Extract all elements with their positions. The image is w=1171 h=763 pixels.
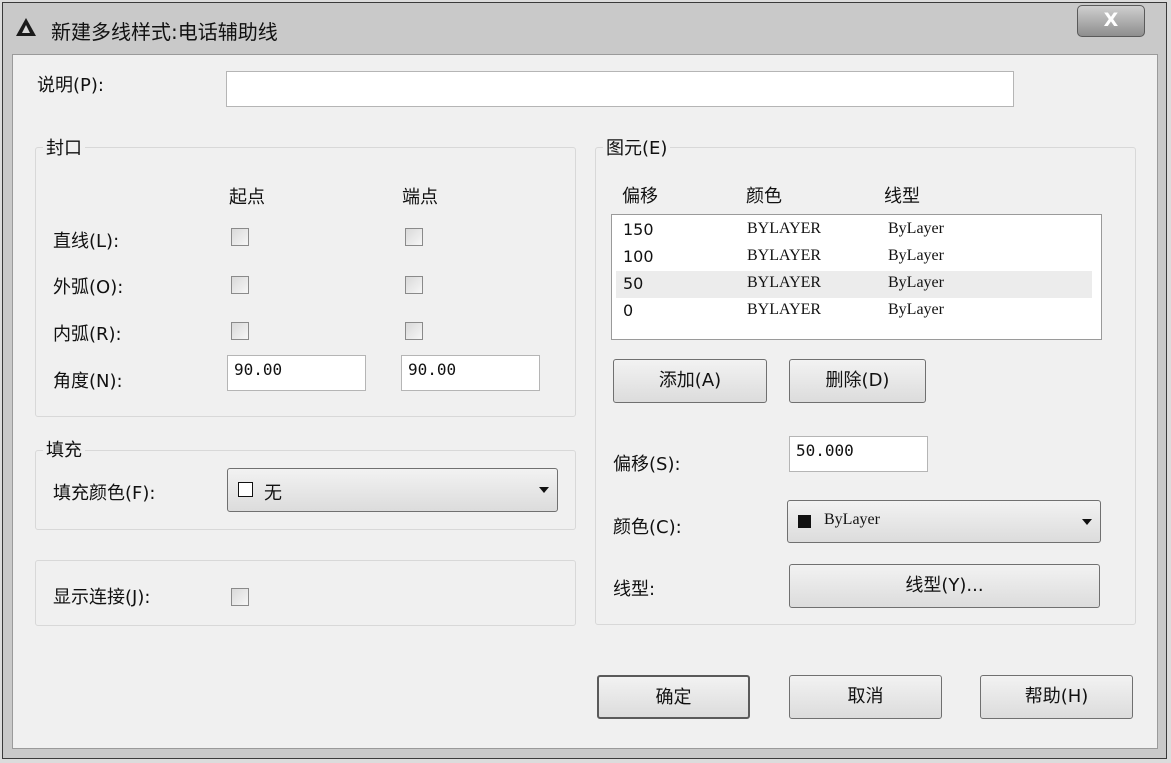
list-item[interactable]: 150 BYLAYER ByLayer xyxy=(616,217,1092,244)
row-linetype: ByLayer xyxy=(888,274,944,291)
row-offset: 0 xyxy=(623,301,634,320)
row-linetype: ByLayer xyxy=(888,247,944,264)
angle-end-input[interactable]: 90.00 xyxy=(401,355,540,391)
show-joints-label: 显示连接(J): xyxy=(53,587,151,608)
line-start-checkbox[interactable] xyxy=(231,228,249,246)
elements-col-color: 颜色 xyxy=(746,186,782,207)
caps-group-title: 封口 xyxy=(43,134,85,160)
title-bar[interactable]: 新建多线样式:电话辅助线 X xyxy=(3,3,1166,55)
line-end-checkbox[interactable] xyxy=(405,228,423,246)
outer-arc-start-checkbox[interactable] xyxy=(231,276,249,294)
cancel-button[interactable]: 取消 xyxy=(789,675,942,719)
row-color: BYLAYER xyxy=(747,301,822,318)
ok-button[interactable]: 确定 xyxy=(597,675,750,719)
outer-arc-end-checkbox[interactable] xyxy=(405,276,423,294)
caps-col-start: 起点 xyxy=(229,187,265,208)
color-swatch-icon xyxy=(238,482,253,497)
fill-color-value: 无 xyxy=(264,483,282,504)
color-dropdown[interactable]: ByLayer xyxy=(787,500,1101,543)
elements-col-linetype: 线型 xyxy=(884,186,920,207)
linetype-button[interactable]: 线型(Y)... xyxy=(789,564,1100,608)
row-offset: 150 xyxy=(623,220,654,239)
description-input[interactable] xyxy=(226,71,1014,107)
linetype-label: 线型: xyxy=(613,579,656,600)
close-button[interactable]: X xyxy=(1077,5,1145,37)
autocad-logo-icon xyxy=(15,17,37,41)
color-swatch-icon xyxy=(798,515,811,528)
caps-angle-label: 角度(N): xyxy=(53,371,123,392)
caps-line-label: 直线(L): xyxy=(53,231,120,252)
close-icon: X xyxy=(1103,9,1119,31)
show-joints-checkbox[interactable] xyxy=(231,588,249,606)
list-item[interactable]: 100 BYLAYER ByLayer xyxy=(616,244,1092,271)
dialog-title: 新建多线样式:电话辅助线 xyxy=(51,20,278,44)
dialog-body: 说明(P): 封口 起点 端点 直线(L): 外弧(O): 内弧(R): 角度(… xyxy=(12,54,1158,749)
fill-color-label: 填充颜色(F): xyxy=(53,483,156,504)
row-color: BYLAYER xyxy=(747,247,822,264)
row-offset: 100 xyxy=(623,247,654,266)
inner-arc-end-checkbox[interactable] xyxy=(405,322,423,340)
inner-arc-start-checkbox[interactable] xyxy=(231,322,249,340)
row-offset: 50 xyxy=(623,274,644,293)
angle-start-input[interactable]: 90.00 xyxy=(227,355,366,391)
caps-outer-arc-label: 外弧(O): xyxy=(53,277,124,298)
fill-group-title: 填充 xyxy=(43,436,85,462)
color-value: ByLayer xyxy=(824,511,880,528)
elements-group-title: 图元(E) xyxy=(603,134,671,160)
color-label: 颜色(C): xyxy=(613,517,682,538)
row-linetype: ByLayer xyxy=(888,220,944,237)
help-button[interactable]: 帮助(H) xyxy=(980,675,1133,719)
dialog-window: 新建多线样式:电话辅助线 X 说明(P): 封口 起点 端点 直线(L): 外弧… xyxy=(2,2,1167,759)
delete-element-button[interactable]: 删除(D) xyxy=(789,359,926,403)
caps-inner-arc-label: 内弧(R): xyxy=(53,324,122,345)
list-item[interactable]: 0 BYLAYER ByLayer xyxy=(616,298,1092,325)
chevron-down-icon xyxy=(1082,518,1092,525)
chevron-down-icon xyxy=(539,487,549,493)
description-label: 说明(P): xyxy=(37,75,104,96)
row-linetype: ByLayer xyxy=(888,301,944,318)
offset-label: 偏移(S): xyxy=(613,454,681,475)
list-item-selected[interactable]: 50 BYLAYER ByLayer xyxy=(616,271,1092,298)
caps-col-end: 端点 xyxy=(402,187,438,208)
offset-input[interactable]: 50.000 xyxy=(789,436,928,472)
row-color: BYLAYER xyxy=(747,274,822,291)
fill-color-dropdown[interactable]: 无 xyxy=(227,468,558,512)
row-color: BYLAYER xyxy=(747,220,822,237)
elements-list[interactable]: 150 BYLAYER ByLayer 100 BYLAYER ByLayer … xyxy=(611,214,1102,340)
add-element-button[interactable]: 添加(A) xyxy=(613,359,767,403)
elements-col-offset: 偏移 xyxy=(622,186,658,207)
